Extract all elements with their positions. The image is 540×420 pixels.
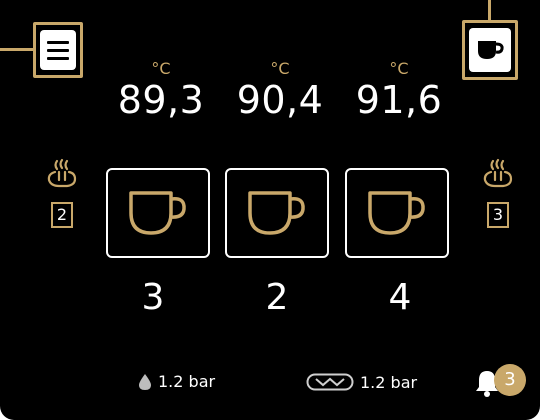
steam-left-value: 2 (51, 202, 73, 228)
boiler-1-temperature: °C 89,3 (101, 59, 221, 123)
boiler-3-temperature: °C 91,6 (339, 59, 459, 123)
machine-display: °C 89,3 °C 90,4 °C 91,6 2 3 3 2 4 1.2 ba… (0, 0, 540, 420)
notifications-button[interactable]: 3 (474, 364, 526, 400)
temperature-unit: °C (270, 59, 290, 78)
hamburger-menu-icon (40, 30, 76, 70)
water-pressure-status: 1.2 bar (138, 372, 215, 391)
water-pressure-value: 1.2 bar (158, 372, 216, 391)
coffee-cup-icon (368, 191, 425, 235)
steam-wand-icon (47, 158, 77, 188)
group-1-count: 3 (141, 277, 165, 318)
coffee-cup-icon (248, 191, 305, 235)
group-2-count: 2 (265, 277, 289, 318)
group-1-cup-button[interactable] (106, 168, 210, 258)
temperature-value: 89,3 (117, 78, 205, 122)
temperature-unit: °C (389, 59, 409, 78)
pump-pressure-status: 1.2 bar (306, 372, 417, 392)
coffee-cup-icon (469, 28, 511, 72)
temperature-unit: °C (151, 59, 171, 78)
water-drop-icon (139, 373, 151, 390)
cup-callout-line (488, 0, 491, 22)
steam-right-value: 3 (487, 202, 509, 228)
steam-wand-icon (483, 158, 513, 188)
group-3-cup-button[interactable] (345, 168, 449, 258)
menu-button[interactable] (33, 22, 83, 78)
cup-mode-button[interactable] (462, 20, 518, 80)
group-2-cup-button[interactable] (225, 168, 329, 258)
steam-right[interactable]: 3 (478, 158, 518, 228)
notification-count-badge: 3 (494, 364, 526, 396)
pressure-gauge-icon (306, 373, 354, 391)
temperature-value: 90,4 (236, 78, 324, 122)
group-3-count: 4 (388, 277, 412, 318)
boiler-2-temperature: °C 90,4 (220, 59, 340, 123)
steam-left[interactable]: 2 (42, 158, 82, 228)
coffee-cup-icon (129, 191, 186, 235)
pump-pressure-value: 1.2 bar (360, 372, 418, 392)
temperature-value: 91,6 (355, 78, 443, 122)
